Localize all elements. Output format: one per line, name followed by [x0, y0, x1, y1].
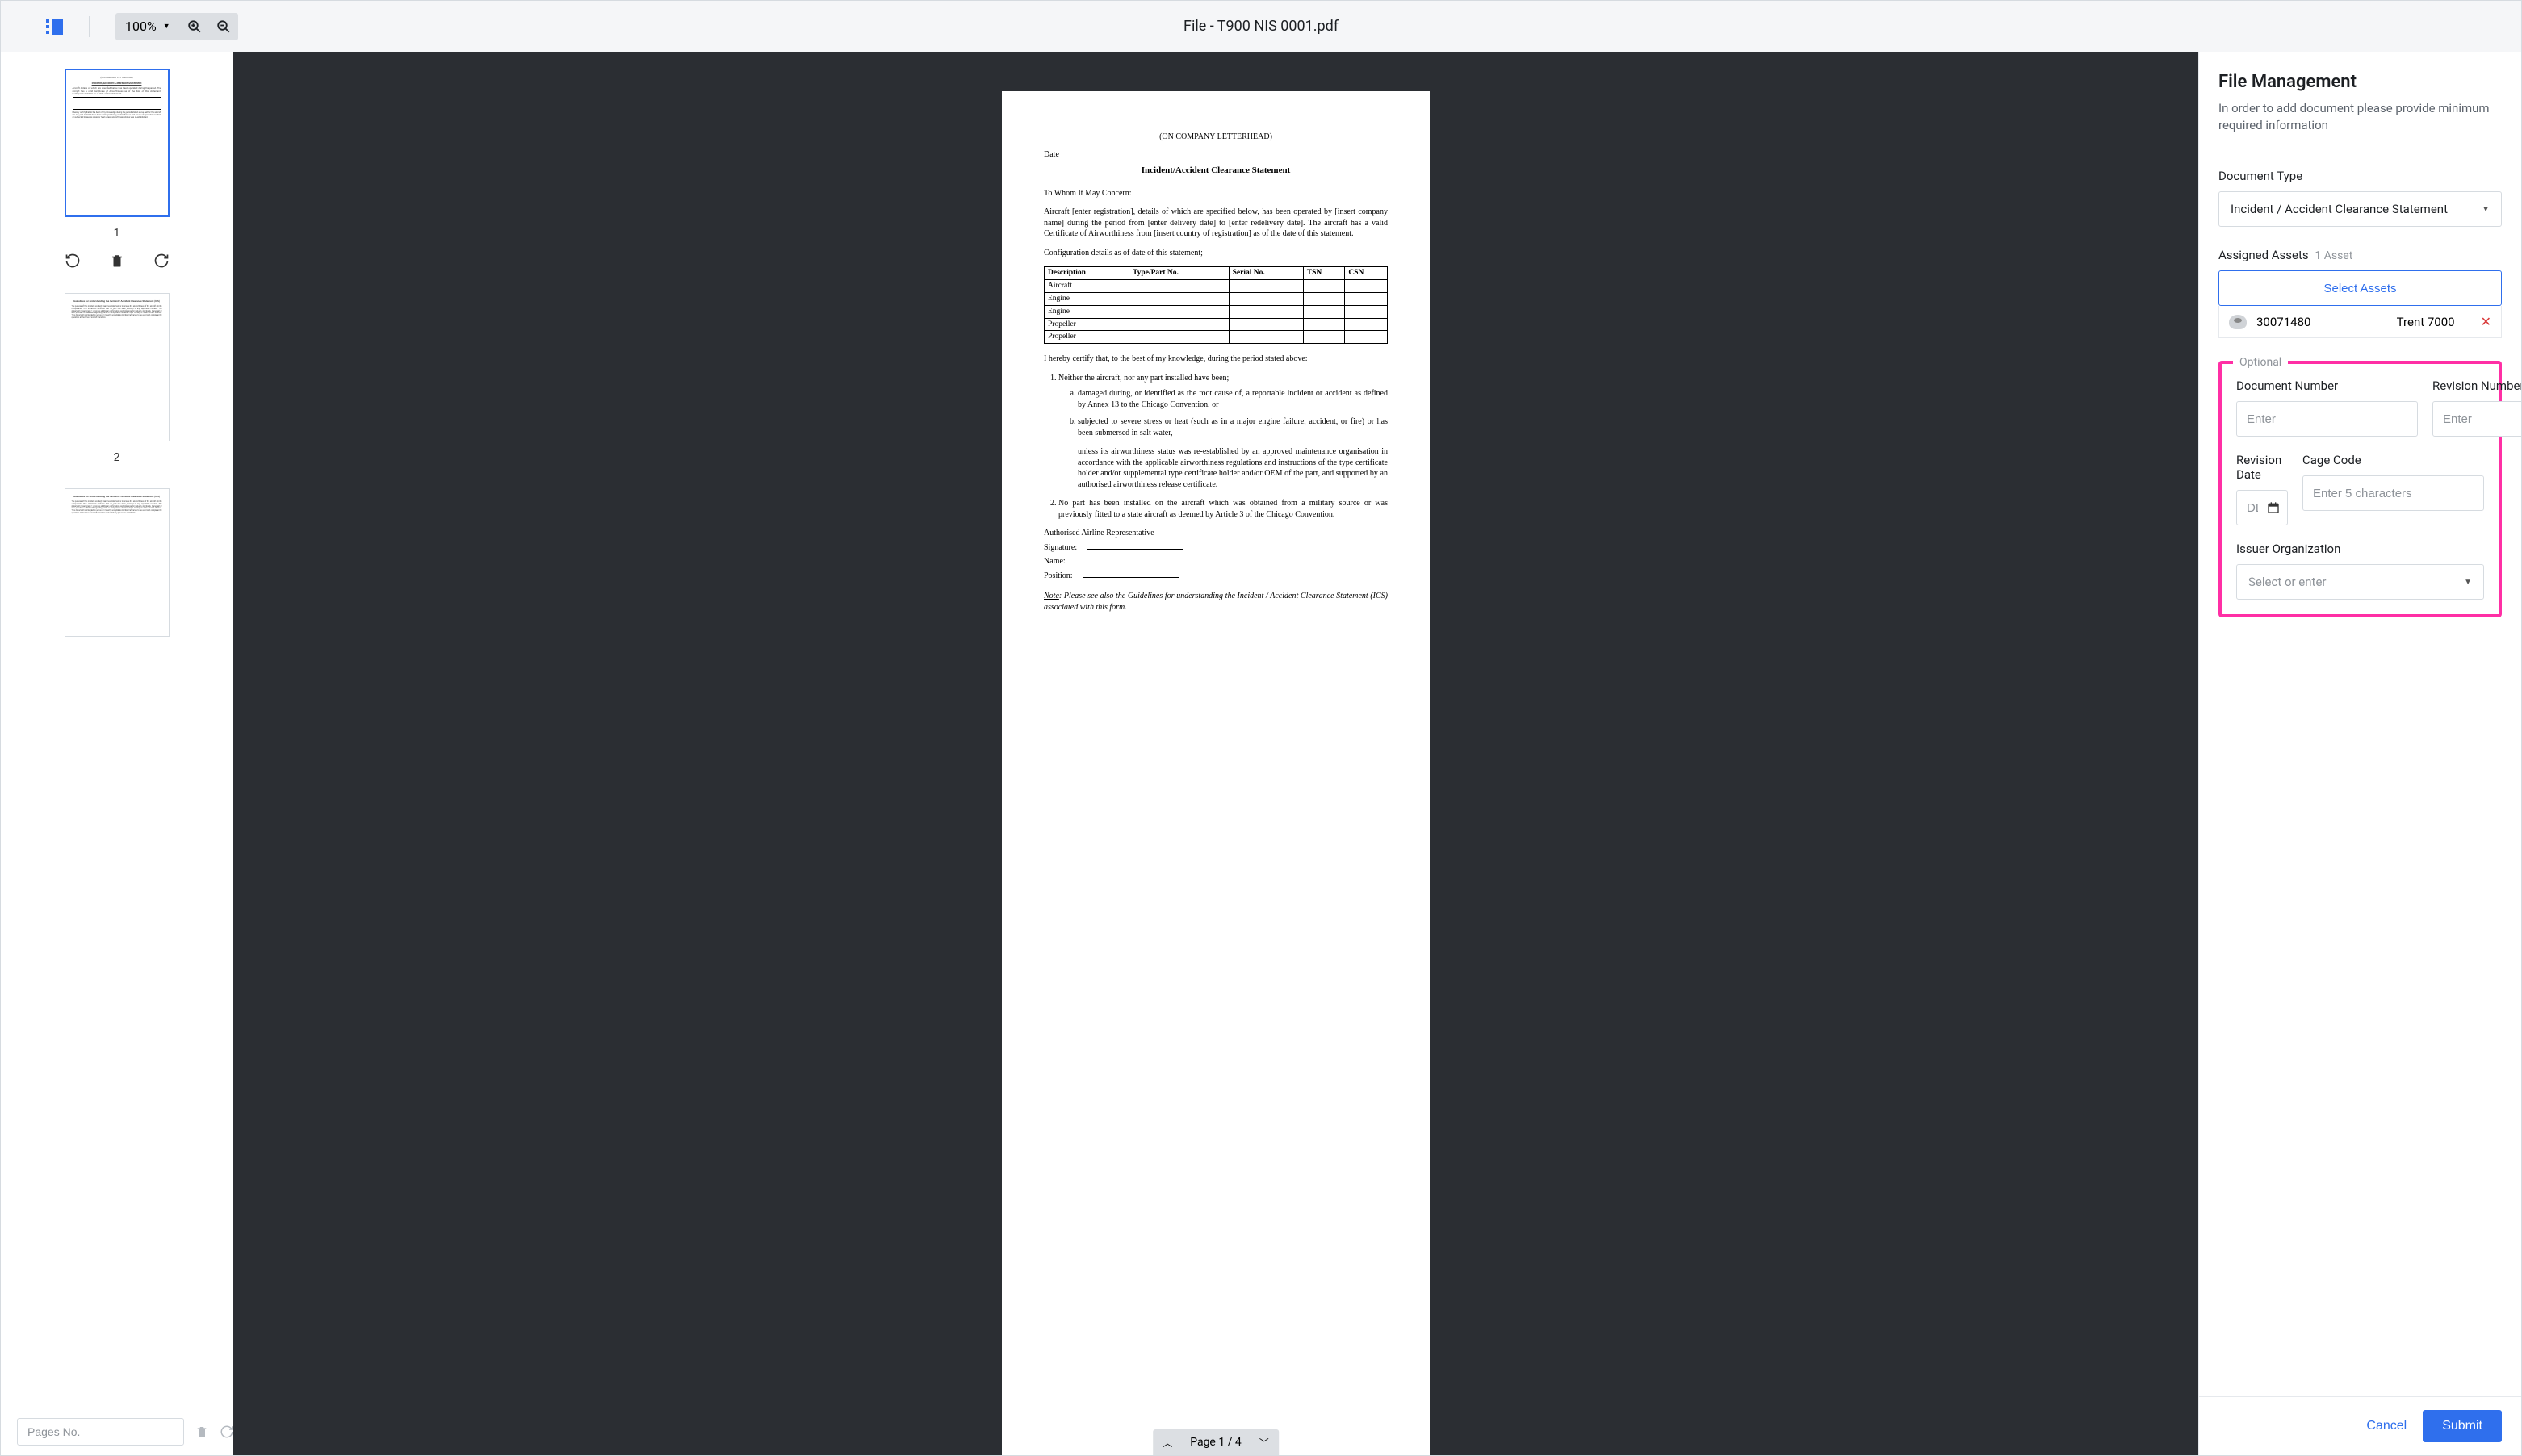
- file-management-panel: File Management In order to add document…: [2198, 52, 2521, 1455]
- optional-label: Optional: [2233, 356, 2288, 369]
- config-line: Configuration details as of date of this…: [1044, 248, 1388, 259]
- file-title: File - T900 NIS 0001.pdf: [1183, 18, 1339, 35]
- calendar-icon[interactable]: [2267, 501, 2280, 514]
- thumbnail-page-1[interactable]: (ON COMPANY LETTERHEAD) Incident/Acciden…: [65, 69, 170, 217]
- rep-heading: Authorised Airline Representative: [1044, 528, 1388, 539]
- config-table: Description Type/Part No. Serial No. TSN…: [1044, 266, 1388, 344]
- rotate-left-icon[interactable]: [65, 253, 81, 269]
- salutation: To Whom It May Concern:: [1044, 188, 1388, 199]
- thumbnail-toggle[interactable]: [46, 19, 63, 35]
- thumbnail-number: 1: [114, 227, 120, 240]
- delete-icon[interactable]: [110, 253, 124, 269]
- certify-line: I hereby certify that, to the best of my…: [1044, 354, 1388, 365]
- note: Note: Please see also the Guidelines for…: [1044, 591, 1388, 613]
- asset-row: 30071480 Trent 7000 ✕: [2218, 306, 2502, 338]
- select-assets-button[interactable]: Select Assets: [2218, 270, 2502, 306]
- cage-code-label: Cage Code: [2302, 453, 2484, 467]
- paragraph: Aircraft [enter registration], details o…: [1044, 207, 1388, 240]
- doc-type-select[interactable]: Incident / Accident Clearance Statement …: [2218, 191, 2502, 227]
- thumbnail-page-3[interactable]: Guidelines for understanding the Inciden…: [65, 488, 170, 637]
- cage-code-input[interactable]: [2302, 475, 2484, 511]
- divider: [89, 16, 90, 37]
- zoom-out-icon[interactable]: [209, 13, 238, 40]
- letterhead: (ON COMPANY LETTERHEAD): [1044, 132, 1388, 143]
- doc-type-label: Document Type: [2218, 169, 2502, 183]
- doc-number-input[interactable]: [2236, 401, 2418, 437]
- thumbnail-page-2[interactable]: Guidelines for understanding the Inciden…: [65, 293, 170, 441]
- document-page: (ON COMPANY LETTERHEAD) Date Incident/Ac…: [1002, 91, 1430, 1455]
- zoom-select[interactable]: 100% ▼: [115, 13, 180, 40]
- thumbnail-sidebar: (ON COMPANY LETTERHEAD) Incident/Acciden…: [1, 52, 233, 1455]
- topbar: 100% ▼ File - T900 NIS 0001.pdf: [1, 1, 2521, 52]
- optional-section: Optional Document Number Revision Number: [2218, 361, 2502, 617]
- page-indicator: Page 1 / 4: [1182, 1436, 1250, 1449]
- page-navigator: ︿ Page 1 / 4 ﹀: [1153, 1429, 1279, 1455]
- rotate-right-icon[interactable]: [153, 253, 170, 269]
- chevron-down-icon: ▼: [2482, 205, 2490, 214]
- next-page-icon[interactable]: ﹀: [1250, 1436, 1279, 1450]
- rev-date-input[interactable]: [2236, 490, 2288, 525]
- issuer-select[interactable]: Select or enter ▼: [2236, 564, 2484, 600]
- pages-number-input[interactable]: [17, 1418, 184, 1446]
- cancel-button[interactable]: Cancel: [2366, 1419, 2407, 1433]
- rotate-pages-icon[interactable]: [220, 1425, 234, 1439]
- issuer-label: Issuer Organization: [2236, 542, 2484, 556]
- panel-title: File Management: [2218, 72, 2502, 92]
- chevron-down-icon: ▼: [2464, 578, 2472, 587]
- remove-asset-icon[interactable]: ✕: [2481, 314, 2491, 329]
- document-viewer[interactable]: (ON COMPANY LETTERHEAD) Date Incident/Ac…: [233, 52, 2198, 1455]
- assets-label: Assigned Assets 1 Asset: [2218, 248, 2502, 262]
- submit-button[interactable]: Submit: [2423, 1410, 2502, 1442]
- doc-number-label: Document Number: [2236, 379, 2418, 393]
- engine-icon: [2229, 315, 2247, 329]
- rev-number-input[interactable]: [2432, 401, 2521, 437]
- document-title: Incident/Accident Clearance Statement: [1044, 165, 1388, 177]
- delete-pages-icon[interactable]: [195, 1425, 208, 1439]
- date-label: Date: [1044, 149, 1388, 161]
- asset-name: Trent 7000: [2397, 315, 2455, 329]
- thumbnail-number: 2: [114, 451, 120, 464]
- prev-page-icon[interactable]: ︿: [1153, 1436, 1182, 1450]
- zoom-in-icon[interactable]: [180, 13, 209, 40]
- rev-date-label: Revision Date: [2236, 453, 2288, 482]
- panel-subtitle: In order to add document please provide …: [2218, 100, 2502, 134]
- rev-number-label: Revision Number: [2432, 379, 2521, 393]
- asset-id: 30071480: [2256, 315, 2310, 329]
